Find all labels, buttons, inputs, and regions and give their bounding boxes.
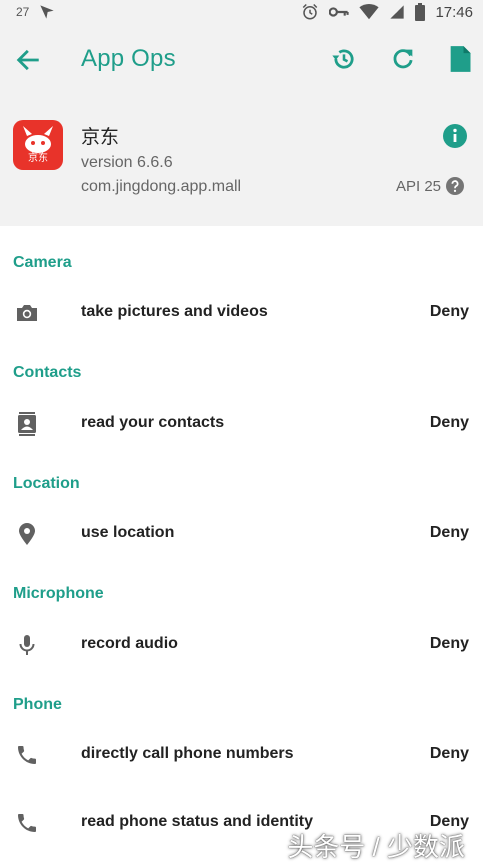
notification-count: 27 [16, 5, 30, 19]
permission-mode[interactable]: Deny [430, 524, 469, 542]
navigation-icon [40, 5, 55, 19]
camera-icon [17, 305, 37, 321]
alarm-icon [303, 3, 318, 20]
permission-label: take pictures and videos [81, 303, 268, 320]
api-level: API 25 [395, 178, 441, 195]
permission-label: use location [81, 524, 175, 541]
no-signal-icon [390, 5, 405, 19]
section-title-microphone: Microphone [13, 585, 104, 602]
back-arrow-icon[interactable] [14, 46, 42, 74]
info-icon[interactable] [443, 124, 467, 148]
page-title: App Ops [81, 45, 176, 72]
permission-row-location[interactable]: use location Deny [0, 506, 483, 562]
permission-row-phone-call[interactable]: directly call phone numbers Deny [0, 727, 483, 783]
app-package-name: com.jingdong.app.mall [81, 178, 242, 195]
section-title-camera: Camera [13, 254, 72, 271]
status-bar: 27 17:46 [0, 0, 483, 24]
app-info-header: 京东 京东 version 6.6.6 com.jingdong.app.mal… [0, 96, 483, 226]
status-time: 17:46 [435, 3, 473, 21]
app-icon: 京东 [13, 120, 63, 170]
permission-label: read your contacts [81, 414, 225, 431]
permission-mode[interactable]: Deny [430, 745, 469, 763]
help-icon[interactable] [446, 177, 464, 195]
watermark: 头条号 / 少数派 [287, 832, 465, 862]
phone-icon [18, 746, 36, 764]
app-name: 京东 [81, 127, 120, 148]
permission-label: read phone status and identity [81, 813, 314, 830]
permission-mode[interactable]: Deny [430, 303, 469, 321]
section-title-contacts: Contacts [13, 364, 82, 381]
permission-row-microphone[interactable]: record audio Deny [0, 617, 483, 673]
app-version: version 6.6.6 [81, 154, 173, 171]
permission-mode[interactable]: Deny [430, 635, 469, 653]
battery-icon [415, 3, 426, 21]
permission-label: record audio [81, 635, 178, 652]
section-title-location: Location [13, 475, 80, 492]
file-icon[interactable] [446, 45, 474, 73]
key-icon [329, 7, 350, 17]
section-title-phone: Phone [13, 696, 62, 713]
wifi-icon [359, 4, 380, 20]
microphone-icon [19, 635, 35, 655]
contacts-icon [18, 412, 36, 436]
permission-label: directly call phone numbers [81, 745, 294, 762]
app-icon-label: 京东 [28, 153, 48, 164]
history-icon[interactable] [330, 45, 358, 73]
permission-row-contacts[interactable]: read your contacts Deny [0, 396, 483, 452]
permission-mode[interactable]: Deny [430, 414, 469, 432]
location-pin-icon [19, 523, 35, 545]
phone-icon [18, 814, 36, 832]
refresh-icon[interactable] [389, 45, 417, 73]
app-bar: App Ops [0, 24, 483, 96]
permission-row-camera[interactable]: take pictures and videos Deny [0, 285, 483, 341]
